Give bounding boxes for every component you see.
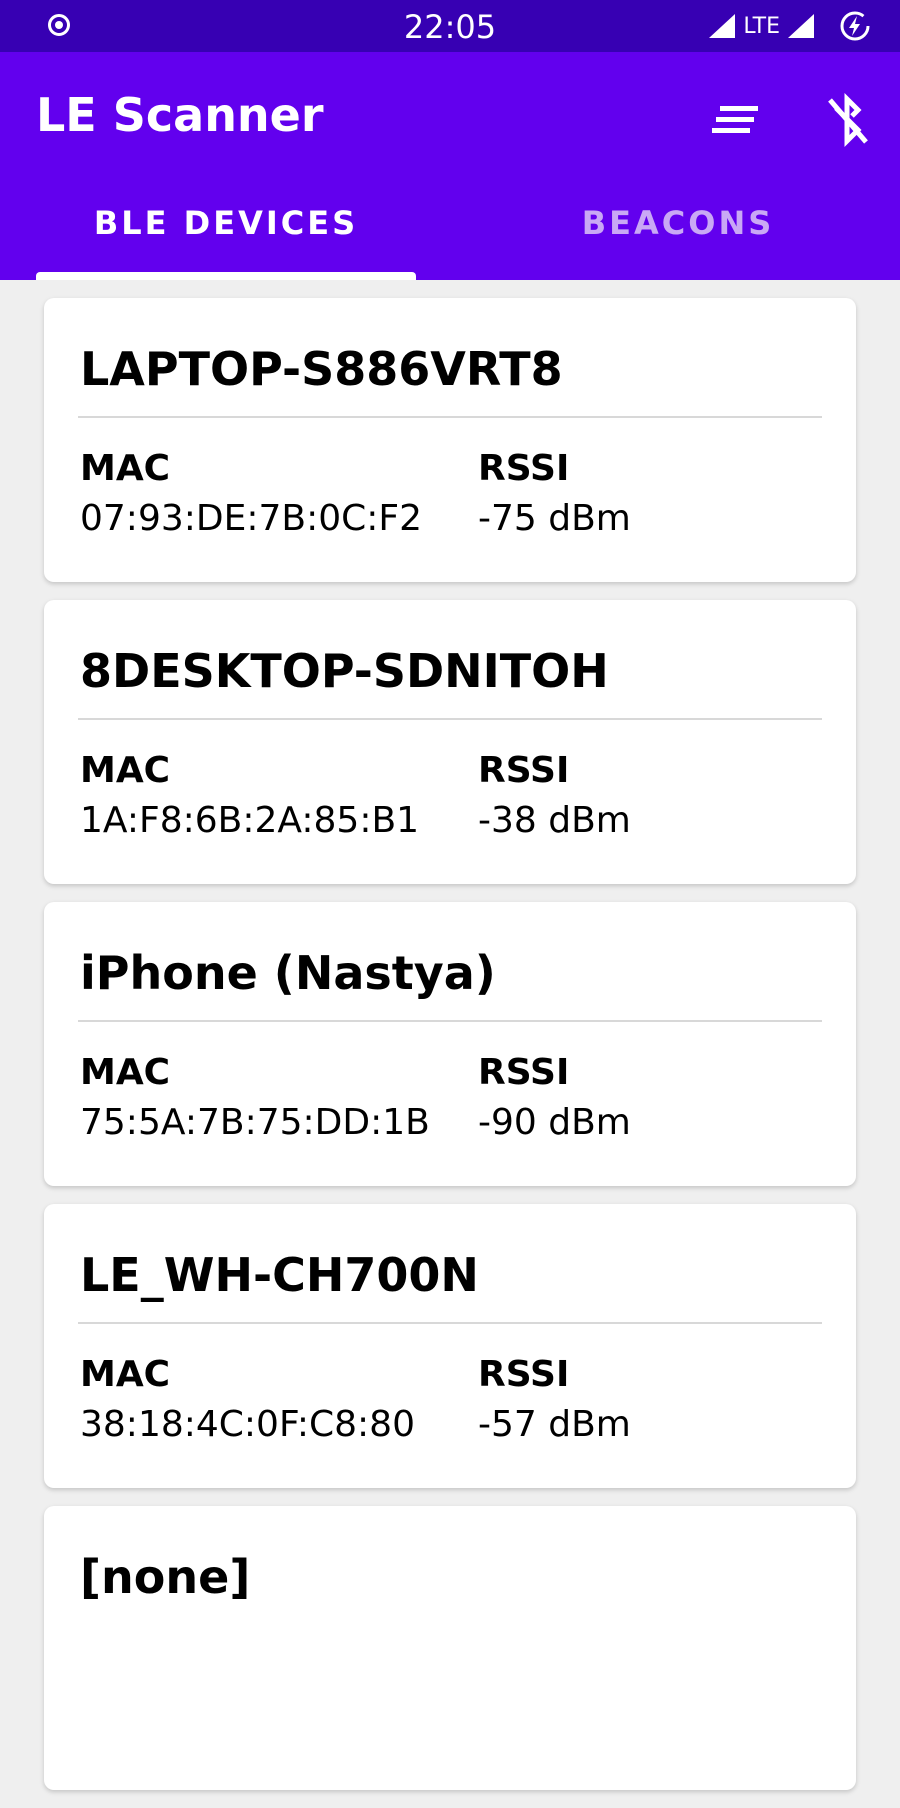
status-bar: 22:05 LTE [0,0,900,52]
rssi-value: -38 dBm [478,800,631,841]
mac-value: 38:18:4C:0F:C8:80 [80,1404,415,1445]
tab-beacons[interactable]: BEACONS [488,204,868,280]
sort-icon[interactable] [712,94,766,144]
signal-icon [788,14,814,38]
device-name: [none] [80,1550,251,1604]
signal-icon [709,14,736,38]
device-name: 8DESKTOP-SDNITOH [80,644,609,698]
device-list: LAPTOP-S886VRT8 MAC 07:93:DE:7B:0C:F2 RS… [44,298,856,1808]
device-name: iPhone (Nastya) [80,946,496,1000]
battery-charging-icon [840,11,870,41]
rssi-value: -90 dBm [478,1102,631,1143]
rssi-value: -75 dBm [478,498,631,539]
rssi-label: RSSI [478,750,570,791]
tab-indicator [36,272,416,280]
device-card[interactable]: LAPTOP-S886VRT8 MAC 07:93:DE:7B:0C:F2 RS… [44,298,856,582]
device-card[interactable]: iPhone (Nastya) MAC 75:5A:7B:75:DD:1B RS… [44,902,856,1186]
mac-label: MAC [80,750,171,791]
divider [78,416,822,418]
divider [78,718,822,720]
device-name: LE_WH-CH700N [80,1248,479,1302]
app-title: LE Scanner [36,88,324,142]
device-card[interactable]: LE_WH-CH700N MAC 38:18:4C:0F:C8:80 RSSI … [44,1204,856,1488]
device-card[interactable]: [none] [44,1506,856,1790]
tab-ble-devices[interactable]: BLE DEVICES [36,204,416,280]
mac-value: 1A:F8:6B:2A:85:B1 [80,800,420,841]
app-bar: LE Scanner BLE DEVICES BEACONS [0,52,900,280]
bluetooth-disabled-icon[interactable] [820,88,876,152]
mac-value: 75:5A:7B:75:DD:1B [80,1102,430,1143]
mac-label: MAC [80,1354,171,1395]
rssi-label: RSSI [478,1354,570,1395]
rssi-label: RSSI [478,448,570,489]
mac-value: 07:93:DE:7B:0C:F2 [80,498,422,539]
divider [78,1322,822,1324]
rssi-label: RSSI [478,1052,570,1093]
device-card[interactable]: 8DESKTOP-SDNITOH MAC 1A:F8:6B:2A:85:B1 R… [44,600,856,884]
mac-label: MAC [80,1052,171,1093]
rssi-value: -57 dBm [478,1404,631,1445]
status-icons: LTE [707,10,872,42]
divider [78,1020,822,1022]
mac-label: MAC [80,448,171,489]
device-name: LAPTOP-S886VRT8 [80,342,563,396]
network-type: LTE [743,13,780,39]
